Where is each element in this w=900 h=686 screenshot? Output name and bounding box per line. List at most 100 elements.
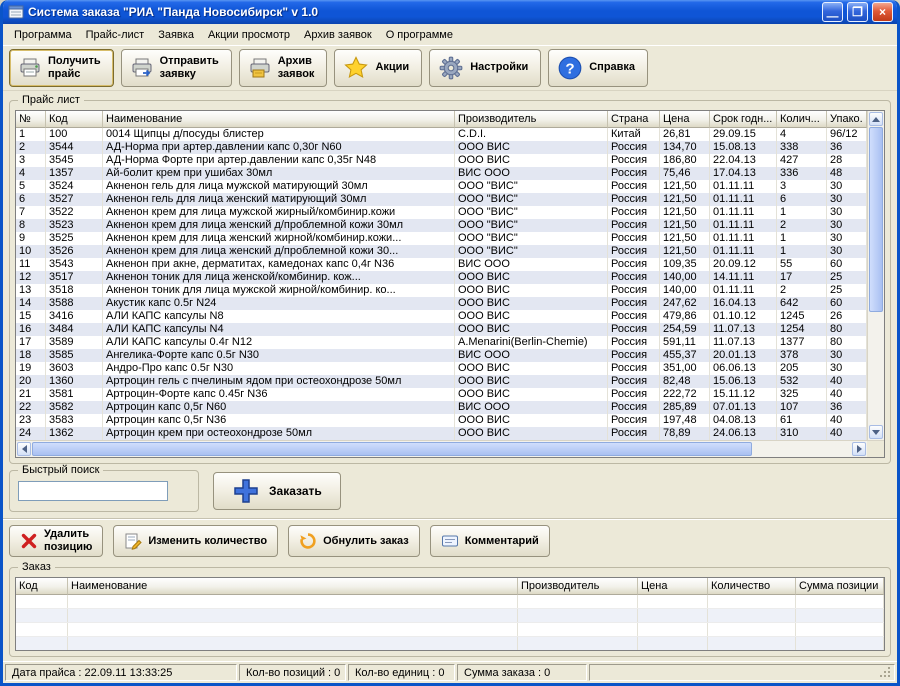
pricelist-cell: ООО "ВИС": [455, 232, 608, 245]
order-column-header[interactable]: Код: [16, 578, 68, 595]
pricelist-row[interactable]: 15 3416 АЛИ КАПС капсулы N8 ООО ВИС Россия 47…: [16, 310, 867, 323]
pricelist-cell: 22: [16, 401, 46, 414]
status-price-date: Дата прайса : 22.09.11 13:33:25: [5, 664, 237, 681]
order-column-header[interactable]: Производитель: [518, 578, 638, 595]
pricelist-column-header[interactable]: Срок годн...: [710, 111, 777, 128]
minimize-button[interactable]: —: [822, 2, 843, 22]
pricelist-cell: Россия: [608, 349, 660, 362]
delete-position-button[interactable]: Удалить позицию: [9, 525, 104, 557]
pricelist-cell: 20.01.13: [710, 349, 777, 362]
pricelist-vertical-scrollbar[interactable]: [867, 111, 884, 440]
pricelist-horizontal-scrollbar[interactable]: [16, 441, 867, 457]
order-column-header[interactable]: Сумма позиции: [796, 578, 884, 595]
pricelist-row[interactable]: 10 3526 Акненон крем для лица женский д/пр…: [16, 245, 867, 258]
change-quantity-button[interactable]: Изменить количество: [113, 525, 279, 557]
get-price-button[interactable]: Получить прайс: [9, 49, 114, 87]
pricelist-cell: 1: [16, 128, 46, 141]
horizontal-scroll-thumb[interactable]: [32, 442, 752, 456]
status-positions-count: Кол-во позиций : 0: [239, 664, 346, 681]
pricelist-cell: 15: [16, 310, 46, 323]
help-button[interactable]: ? Справка: [548, 49, 649, 87]
pricelist-row[interactable]: 2 3544 АД-Норма при артер.давлении капс 0,…: [16, 141, 867, 154]
vertical-scroll-thumb[interactable]: [869, 127, 883, 312]
pricelist-cell: 15.11.12: [710, 388, 777, 401]
pricelist-cell: АЛИ КАПС капсулы N8: [103, 310, 455, 323]
pricelist-cell: 3526: [46, 245, 103, 258]
menu-arhiv-zayavok[interactable]: Архив заявок: [297, 26, 379, 44]
pricelist-row[interactable]: 6 3527 Акненон гель для лица женский матир…: [16, 193, 867, 206]
pricelist-cell: Россия: [608, 336, 660, 349]
pricelist-row[interactable]: 3 3545 АД-Норма Форте при артер.давлении к…: [16, 154, 867, 167]
scroll-left-button[interactable]: [17, 442, 31, 456]
pricelist-column-header[interactable]: Колич...: [777, 111, 827, 128]
pricelist-column-header[interactable]: Упако.: [827, 111, 867, 128]
pricelist-row[interactable]: 11 3543 Акненон при акне, дерматитах, каме…: [16, 258, 867, 271]
search-input[interactable]: [18, 481, 168, 501]
pricelist-cell: 20: [16, 375, 46, 388]
resize-grip-icon[interactable]: [879, 666, 892, 679]
pricelist-row[interactable]: 13 3518 Акненон тоник для лица мужской жир…: [16, 284, 867, 297]
pricelist-column-header[interactable]: Код: [46, 111, 103, 128]
menu-zayavka[interactable]: Заявка: [151, 26, 201, 44]
pricelist-cell: 4: [777, 128, 827, 141]
archive-orders-button[interactable]: Архив заявок: [238, 49, 328, 87]
pricelist-column-header[interactable]: Страна: [608, 111, 660, 128]
pricelist-row[interactable]: 24 1362 Артроцин крем при остеохондрозе 50…: [16, 427, 867, 440]
menu-price-list[interactable]: Прайс-лист: [79, 26, 152, 44]
order-column-header[interactable]: Наименование: [68, 578, 518, 595]
promotions-button[interactable]: Акции: [334, 49, 423, 87]
settings-button[interactable]: Настройки: [429, 49, 542, 87]
pricelist-row[interactable]: 1 100 0014 Щипцы д/посуды блистер C.D.I. Кит…: [16, 128, 867, 141]
pricelist-row[interactable]: 16 3484 АЛИ КАПС капсулы N4 ООО ВИС Россия 25…: [16, 323, 867, 336]
menu-programma[interactable]: Программа: [7, 26, 79, 44]
pricelist-row[interactable]: 12 3517 Акненон тоник для лица женской/ком…: [16, 271, 867, 284]
pricelist-row[interactable]: 8 3523 Акненон крем для лица женский д/про…: [16, 219, 867, 232]
pricelist-row[interactable]: 9 3525 Акненон крем для лица женский жирно…: [16, 232, 867, 245]
pricelist-cell: 247,62: [660, 297, 710, 310]
scroll-up-button[interactable]: [869, 112, 883, 126]
app-icon: [8, 4, 24, 20]
pricelist-cell: ООО ВИС: [455, 271, 608, 284]
pricelist-row[interactable]: 22 3582 Артроцин капс 0,5г N60 ВИС ООО Росси…: [16, 401, 867, 414]
pricelist-column-header[interactable]: Наименование: [103, 111, 455, 128]
window-title: Система заказа "РИА "Панда Новосибирск" …: [28, 5, 319, 19]
order-column-header[interactable]: Количество: [708, 578, 796, 595]
scroll-right-button[interactable]: [852, 442, 866, 456]
pricelist-row[interactable]: 20 1360 Артроцин гель с пчелиным ядом при …: [16, 375, 867, 388]
pricelist-row[interactable]: 21 3581 Артроцин-Форте капс 0.45г N36 ООО В…: [16, 388, 867, 401]
menu-o-programme[interactable]: О программе: [379, 26, 460, 44]
pricelist-row[interactable]: 19 3603 Андро-Про капс 0.5г N30 ООО ВИС Росс…: [16, 362, 867, 375]
pricelist-cell: 36: [827, 141, 867, 154]
order-button[interactable]: Заказать: [213, 472, 341, 510]
pricelist-header: № Код Наименование Производитель Страна Цена С…: [16, 111, 867, 128]
pricelist-cell: Акненон тоник для лица женской/комбинир.…: [103, 271, 455, 284]
pricelist-cell: Ангелика-Форте капс 0.5г N30: [103, 349, 455, 362]
pricelist-cell: 40: [827, 427, 867, 440]
status-order-total: Сумма заказа : 0: [457, 664, 587, 681]
pricelist-row[interactable]: 18 3585 Ангелика-Форте капс 0.5г N30 ВИС ОО…: [16, 349, 867, 362]
pricelist-cell: 9: [16, 232, 46, 245]
pricelist-column-header[interactable]: Производитель: [455, 111, 608, 128]
pricelist-row[interactable]: 7 3522 Акненон крем для лица мужской жирны…: [16, 206, 867, 219]
order-column-header[interactable]: Цена: [638, 578, 708, 595]
pricelist-row[interactable]: 23 3583 Артроцин капс 0,5г N36 ООО ВИС Росси…: [16, 414, 867, 427]
scroll-down-button[interactable]: [869, 425, 883, 439]
comment-button[interactable]: Комментарий: [429, 525, 550, 557]
toolbar: Получить прайс Отправить заявку Архив за…: [3, 45, 897, 91]
pricelist-group-label: Прайс лист: [18, 94, 84, 106]
pricelist-cell: Россия: [608, 284, 660, 297]
maximize-button[interactable]: ❐: [847, 2, 868, 22]
pricelist-column-header[interactable]: №: [16, 111, 46, 128]
reset-order-button[interactable]: Обнулить заказ: [288, 525, 420, 557]
pricelist-row[interactable]: 17 3589 АЛИ КАПС капсулы 0.4г N12 A.Menarin…: [16, 336, 867, 349]
pricelist-row[interactable]: 14 3588 Акустик капс 0.5г N24 ООО ВИС Россия…: [16, 297, 867, 310]
close-button[interactable]: ×: [872, 2, 893, 22]
pricelist-cell: 3545: [46, 154, 103, 167]
send-order-button[interactable]: Отправить заявку: [120, 49, 232, 87]
pricelist-cell: 3585: [46, 349, 103, 362]
pricelist-cell: 3524: [46, 180, 103, 193]
pricelist-row[interactable]: 4 1357 Ай-болит крем при ушибах 30мл ВИС ОО…: [16, 167, 867, 180]
pricelist-row[interactable]: 5 3524 Акненон гель для лица мужской матир…: [16, 180, 867, 193]
pricelist-column-header[interactable]: Цена: [660, 111, 710, 128]
menu-akcii-prosmotr[interactable]: Акции просмотр: [201, 26, 297, 44]
